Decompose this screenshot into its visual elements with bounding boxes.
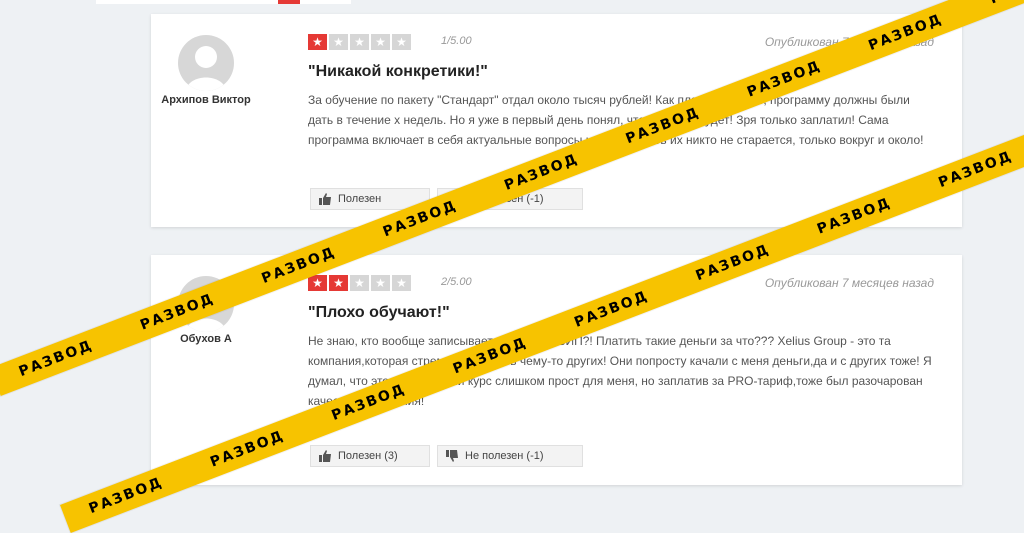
useful-button[interactable]: Полезен (3): [310, 445, 430, 467]
thumb-down-icon: [446, 450, 458, 462]
star-icon: ★: [308, 34, 327, 50]
review-title: "Плохо обучают!": [308, 304, 450, 321]
top-strip: [0, 0, 1024, 8]
review-title: "Никакой конкретики!": [308, 63, 488, 80]
not-useful-button[interactable]: Не полезен (-1): [437, 445, 583, 467]
thumb-up-icon: [319, 450, 331, 462]
star-icon: ★: [350, 275, 369, 291]
not-useful-label: Не полезен (-1): [465, 450, 544, 462]
useful-label: Полезен: [338, 193, 382, 205]
star-icon: ★: [329, 275, 348, 291]
star-icon: ★: [308, 275, 327, 291]
thumb-up-icon: [319, 193, 331, 205]
rating-score: 1/5.00: [441, 35, 472, 47]
star-icon: ★: [371, 275, 390, 291]
star-icon: ★: [350, 34, 369, 50]
user-avatar-icon: [178, 35, 234, 91]
review-author: Архипов Виктор: [161, 94, 251, 106]
published-date: Опубликован 7 месяцев назад: [764, 276, 934, 290]
star-icon: ★: [371, 34, 390, 50]
rating-stars: ★ ★ ★ ★ ★: [308, 275, 411, 291]
star-icon: ★: [329, 34, 348, 50]
rating-score: 2/5.00: [441, 276, 472, 288]
star-icon: ★: [392, 275, 411, 291]
review-author: Обухов А: [180, 333, 232, 345]
top-strip-white: [96, 0, 351, 4]
star-icon: ★: [392, 34, 411, 50]
useful-label: Полезен (3): [338, 450, 398, 462]
top-strip-accent: [278, 0, 300, 4]
rating-stars: ★ ★ ★ ★ ★: [308, 34, 411, 50]
